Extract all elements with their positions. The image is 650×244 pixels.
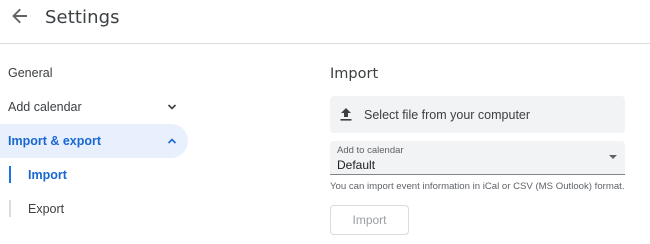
section-title: Import — [330, 66, 379, 82]
header: Settings — [0, 0, 650, 44]
sidebar-subitem-export[interactable]: Export — [0, 192, 188, 226]
sidebar-item-label: Import & export — [8, 134, 102, 148]
sidebar-subitem-label: Import — [28, 168, 67, 182]
arrow-back-icon — [12, 8, 28, 29]
dropdown-arrow-icon — [609, 155, 617, 159]
chevron-down-icon — [166, 101, 178, 113]
select-file-label: Select file from your computer — [364, 107, 531, 122]
calendar-select-value: Default — [337, 158, 376, 172]
sidebar-item-add-calendar[interactable]: Add calendar — [0, 90, 188, 124]
sidebar-subitem-label: Export — [28, 202, 65, 216]
sidebar-item-label: Add calendar — [8, 100, 82, 114]
back-button[interactable] — [6, 4, 34, 32]
sidebar-item-import-export[interactable]: Import & export — [0, 124, 188, 158]
upload-icon — [339, 108, 353, 122]
import-help-text: You can import event information in iCal… — [330, 181, 625, 192]
page-title: Settings — [45, 7, 120, 28]
import-button[interactable]: Import — [330, 205, 409, 235]
select-file-button[interactable]: Select file from your computer — [330, 96, 625, 133]
calendar-select-caption: Add to calendar — [337, 145, 404, 156]
chevron-up-icon — [166, 135, 178, 147]
sidebar-item-general[interactable]: General — [0, 56, 188, 90]
calendar-select[interactable]: Add to calendar Default — [330, 141, 625, 175]
sidebar-subitem-import[interactable]: Import — [0, 158, 188, 192]
sidebar-item-label: General — [8, 66, 53, 80]
